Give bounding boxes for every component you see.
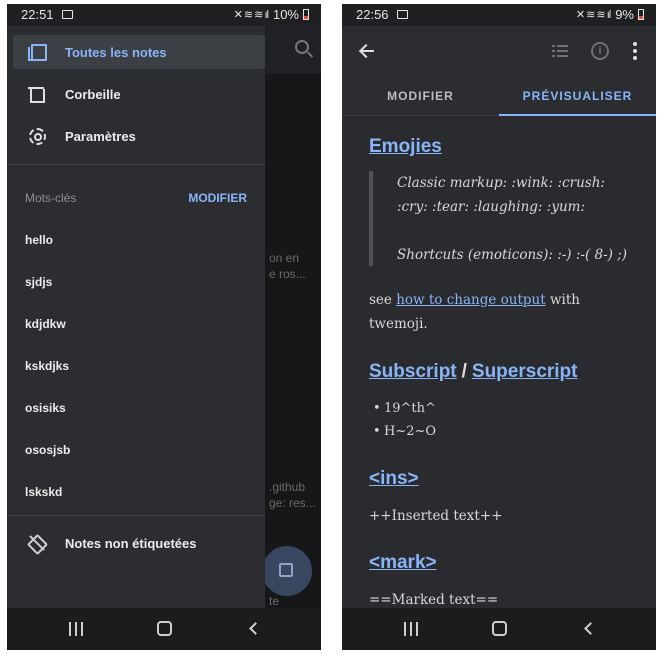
gallery-notification-icon: [62, 10, 73, 19]
divider: [7, 515, 265, 516]
editor-tabs: MODIFIER PRÉVISUALISER: [342, 78, 656, 116]
signal-icons: ✕ ≋ ≋ ıl: [575, 9, 611, 21]
right-phone-screen: 22:56 ✕ ≋ ≋ ıl 9% i MODIFIER PRÉVISUALIS…: [342, 4, 656, 650]
paragraph-see-output: see how to change output with twemoji.: [369, 288, 639, 336]
tags-section-label: Mots-clés: [25, 191, 77, 205]
battery-level: 9%: [615, 7, 634, 22]
back-arrow-icon[interactable]: [360, 44, 374, 58]
battery-icon: [638, 9, 644, 20]
recent-apps-icon[interactable]: [69, 622, 84, 636]
heading-ins[interactable]: <ins>: [369, 468, 419, 490]
drawer-item-all-notes[interactable]: Toutes les notes: [13, 35, 265, 69]
tag-item[interactable]: osisiks: [25, 401, 66, 415]
home-icon[interactable]: [492, 621, 507, 636]
system-navigation-bar: [7, 608, 321, 650]
trash-icon: [27, 84, 47, 104]
status-bar: 22:56 ✕ ≋ ≋ ıl 9%: [342, 4, 656, 26]
more-options-icon[interactable]: [633, 42, 637, 60]
battery-icon: [303, 9, 309, 20]
drawer-item-trash[interactable]: Corbeille: [13, 77, 265, 111]
checklist-icon[interactable]: [552, 44, 568, 58]
heading-mark[interactable]: <mark>: [369, 552, 437, 574]
untagged-icon: [27, 533, 47, 553]
signal-icons: ✕ ≋ ≋ ıl: [233, 9, 269, 21]
paragraph-text: see: [369, 292, 397, 308]
tag-item[interactable]: kskdjks: [25, 359, 69, 373]
home-icon[interactable]: [157, 621, 172, 636]
status-bar: 22:51 ✕ ≋ ≋ ıl 10%: [7, 4, 321, 26]
gear-icon: [27, 126, 47, 146]
paragraph-marked: ==Marked text==: [369, 592, 499, 608]
tag-item[interactable]: lskskd: [25, 485, 62, 499]
markdown-preview: Emojies Classic markup: :wink: :crush: :…: [342, 116, 656, 608]
notes-icon: [27, 42, 47, 62]
drawer-item-label: Corbeille: [65, 86, 121, 102]
background-snippet: e ros...: [269, 267, 306, 281]
blockquote: Classic markup: :wink: :crush: :cry: :te…: [369, 171, 631, 266]
tab-preview[interactable]: PRÉVISUALISER: [499, 78, 656, 116]
back-icon[interactable]: [249, 622, 262, 635]
change-output-link[interactable]: how to change output: [396, 292, 545, 308]
edit-icon: [279, 563, 293, 577]
heading-sub-super: Subscript / Superscript: [369, 361, 578, 383]
tag-item[interactable]: kdjdkw: [25, 317, 66, 331]
tab-edit[interactable]: MODIFIER: [342, 78, 499, 116]
recent-apps-icon[interactable]: [404, 622, 419, 636]
drawer-item-label: Notes non étiquetées: [65, 535, 197, 551]
list-item: H~2~O: [373, 424, 436, 439]
heading-separator: /: [461, 361, 467, 382]
battery-level: 10%: [272, 7, 299, 22]
quote-text: Classic markup: :wink: :crush: :cry: :te…: [397, 175, 605, 215]
background-snippet: ge: res...: [269, 496, 316, 510]
status-time: 22:51: [21, 7, 54, 22]
divider: [7, 164, 265, 165]
tag-item[interactable]: hello: [25, 233, 53, 247]
background-snippet: te: [269, 594, 280, 608]
info-icon[interactable]: i: [591, 42, 609, 60]
new-note-fab[interactable]: [262, 546, 312, 596]
quote-text: Shortcuts (emoticons): :-) :-( 8-) ;): [397, 247, 628, 263]
editor-app-bar: i: [342, 26, 656, 78]
paragraph-inserted: ++Inserted text++: [369, 508, 503, 524]
background-snippet: .github: [269, 480, 306, 494]
search-icon[interactable]: [295, 40, 309, 54]
status-icons: ✕ ≋ ≋ ıl 9%: [576, 7, 644, 22]
drawer-item-label: Paramètres: [65, 128, 136, 144]
heading-superscript[interactable]: Superscript: [472, 361, 578, 382]
tag-item[interactable]: sjdjs: [25, 275, 52, 289]
edit-tags-button[interactable]: MODIFIER: [188, 191, 247, 205]
navigation-drawer: Toutes les notes Corbeille Paramètres Mo…: [7, 26, 265, 608]
gallery-notification-icon: [397, 10, 408, 19]
heading-emojies[interactable]: Emojies: [369, 136, 442, 158]
drawer-item-settings[interactable]: Paramètres: [13, 119, 265, 153]
list-item: 19^th^: [373, 401, 436, 416]
heading-subscript[interactable]: Subscript: [369, 361, 457, 382]
left-phone-screen: 22:51 ✕ ≋ ≋ ıl 10% on en e ros... .githu…: [7, 4, 321, 650]
tag-item[interactable]: ososjsb: [25, 443, 70, 457]
status-icons: ✕ ≋ ≋ ıl 10%: [234, 7, 309, 22]
back-icon[interactable]: [584, 622, 597, 635]
drawer-item-untagged-notes[interactable]: Notes non étiquetées: [13, 526, 265, 560]
status-time: 22:56: [356, 7, 389, 22]
drawer-item-label: Toutes les notes: [65, 44, 167, 60]
system-navigation-bar: [342, 608, 656, 650]
background-snippet: on en: [269, 251, 300, 265]
